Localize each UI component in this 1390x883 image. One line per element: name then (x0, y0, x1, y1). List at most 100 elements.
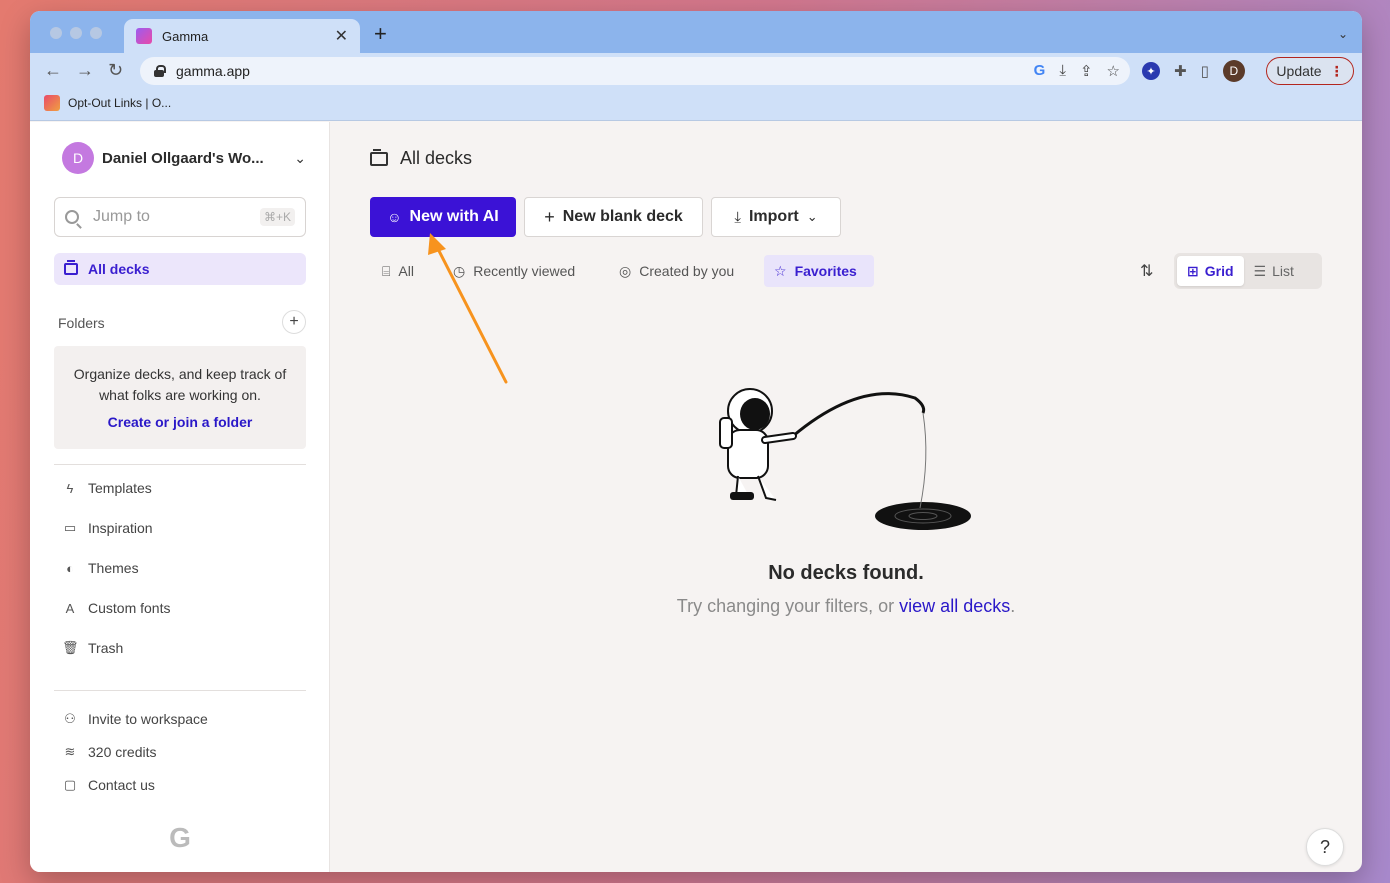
workspace-name: Daniel Ollgaard's Wo... (102, 149, 264, 167)
decks-icon: ⌸ (382, 262, 391, 279)
new-with-ai-button[interactable]: ☺ New with AI (370, 197, 516, 237)
invite-workspace-link[interactable]: ⚇ Invite to workspace (62, 711, 208, 727)
sidebar-item-trash[interactable]: 🗑 Trash (62, 640, 123, 656)
puzzle-icon[interactable]: ✚ (1174, 62, 1187, 80)
sidebar-item-templates[interactable]: ϟ Templates (62, 480, 152, 496)
search-icon (65, 210, 79, 224)
maximize-window-button[interactable] (90, 27, 102, 39)
bookmark-item[interactable]: Opt-Out Links | O... (44, 95, 171, 111)
sidebar-item-label: Inspiration (88, 520, 153, 536)
decks-icon (64, 260, 78, 275)
filter-label: All (398, 263, 414, 279)
empty-state-subtitle: Try changing your filters, or view all d… (330, 596, 1362, 617)
tab-title: Gamma (162, 28, 209, 44)
new-blank-label: New blank deck (562, 208, 683, 225)
bookmark-star-icon[interactable]: ☆ (1107, 62, 1120, 80)
filter-label: Created by you (639, 263, 735, 279)
page-title: All decks (370, 148, 472, 169)
sidebar-item-label: Templates (88, 480, 152, 496)
create-folder-link[interactable]: Create or join a folder (54, 414, 306, 430)
more-menu-icon: ⋮ (1329, 62, 1344, 79)
sidebar-item-all-decks[interactable]: All decks (54, 253, 306, 285)
filter-label: Recently viewed (473, 263, 576, 279)
help-button[interactable]: ? (1306, 828, 1344, 866)
plus-icon: + (544, 206, 555, 227)
filter-favorites[interactable]: ☆ Favorites (764, 255, 874, 287)
extension-icon[interactable]: ✦ (1142, 62, 1160, 80)
view-all-decks-link[interactable]: view all decks (899, 596, 1010, 616)
filter-recently-viewed[interactable]: ◷ Recently viewed (443, 255, 585, 287)
url-text: gamma.app (176, 63, 250, 79)
view-list-button[interactable]: ☰ List (1244, 256, 1304, 286)
share-icon[interactable]: ⇪ (1080, 62, 1093, 80)
decks-icon (370, 148, 388, 166)
new-ai-label: New with AI (409, 208, 499, 225)
google-icon[interactable]: G (1034, 62, 1046, 80)
list-icon: ☰ (1253, 262, 1267, 279)
grid-icon: ⊞ (1187, 262, 1199, 279)
view-toggle: ⊞ Grid ☰ List (1174, 253, 1322, 289)
astronaut-fishing-illustration (719, 388, 971, 530)
profile-avatar[interactable]: D (1222, 60, 1245, 82)
page-title-text: All decks (400, 148, 473, 168)
star-icon: ☆ (774, 262, 787, 279)
minimize-window-button[interactable] (70, 27, 82, 39)
new-blank-deck-button[interactable]: + New blank deck (524, 197, 703, 237)
view-list-label: List (1272, 263, 1294, 279)
contact-us-link[interactable]: ▢ Contact us (62, 777, 155, 793)
empty-sub-period: . (1010, 596, 1016, 616)
address-bar[interactable]: gamma.app G ⤓ ⇪ ☆ (140, 57, 1130, 85)
workspace-switcher[interactable]: D Daniel Ollgaard's Wo... ⌄ (62, 142, 306, 174)
install-icon[interactable]: ⤓ (1059, 62, 1066, 80)
filter-created-by-you[interactable]: ◎ Created by you (609, 255, 744, 287)
folder-hint: Organize decks, and keep track of what f… (73, 366, 287, 403)
divider (54, 690, 306, 691)
add-folder-button[interactable]: + (282, 310, 306, 334)
forward-icon[interactable]: → (76, 61, 94, 79)
new-tab-button[interactable]: + (374, 23, 387, 45)
reload-icon[interactable]: ↻ (108, 61, 123, 79)
sidebar-item-inspiration[interactable]: ▭ Inspiration (62, 520, 153, 536)
sidebar-item-themes[interactable]: ◐ Themes (62, 560, 139, 576)
sidebar-item-label: Trash (88, 640, 124, 656)
folder-empty-state: Organize decks, and keep track of what f… (54, 346, 306, 449)
divider (54, 464, 306, 465)
browser-tab[interactable]: Gamma ✕ (124, 19, 360, 53)
close-window-button[interactable] (50, 27, 62, 39)
book-icon: ▭ (63, 520, 77, 535)
update-button[interactable]: Update ⋮ (1266, 57, 1354, 85)
sidebar: D Daniel Ollgaard's Wo... ⌄ Jump to ⌘+K … (30, 122, 330, 872)
back-icon[interactable]: ← (44, 61, 62, 79)
update-label: Update (1276, 63, 1322, 79)
view-grid-label: Grid (1204, 263, 1234, 279)
bottom-item-label: Contact us (88, 777, 155, 793)
tab-strip: Gamma ✕ + ⌄ (30, 11, 1362, 53)
close-tab-icon[interactable]: ✕ (335, 26, 348, 46)
empty-sub-text: Try changing your filters, or (676, 596, 900, 616)
view-grid-button[interactable]: ⊞ Grid (1177, 256, 1244, 286)
chat-icon: ▢ (63, 777, 77, 792)
lightning-icon: ϟ (66, 480, 74, 496)
browser-toolbar: ← → ↻ gamma.app G ⤓ ⇪ ☆ ✦ ✚ ▯ D Update ⋮ (30, 53, 1362, 89)
credits-link[interactable]: ≋ 320 credits (62, 744, 157, 760)
main-content: All decks ☺ New with AI + New blank deck… (330, 122, 1362, 872)
bookmarks-bar: Opt-Out Links | O... (30, 89, 1362, 121)
gamma-favicon-icon (136, 28, 152, 44)
coins-icon: ≋ (64, 744, 76, 759)
jump-to-search[interactable]: Jump to ⌘+K (54, 197, 306, 237)
sidebar-item-label: All decks (88, 261, 150, 277)
filter-all[interactable]: ⌸ All (372, 255, 424, 287)
import-button[interactable]: ⤓ Import ⌄ (711, 197, 841, 237)
chevron-down-icon: ⌄ (806, 209, 818, 224)
shortcut-hint: ⌘+K (259, 208, 295, 226)
bookmark-favicon-icon (44, 95, 60, 111)
bottom-item-label: 320 credits (88, 744, 157, 760)
sort-icon[interactable]: ⇅ (1140, 261, 1153, 281)
user-circle-icon: ◎ (619, 262, 632, 279)
import-label: Import (748, 208, 799, 225)
sidebar-item-custom-fonts[interactable]: A Custom fonts (62, 600, 171, 616)
side-panel-icon[interactable]: ▯ (1201, 62, 1209, 80)
gamma-logo-icon: G (169, 822, 191, 853)
chevron-down-icon: ⌄ (294, 149, 306, 166)
tab-search-chevron-icon[interactable]: ⌄ (1338, 27, 1348, 41)
